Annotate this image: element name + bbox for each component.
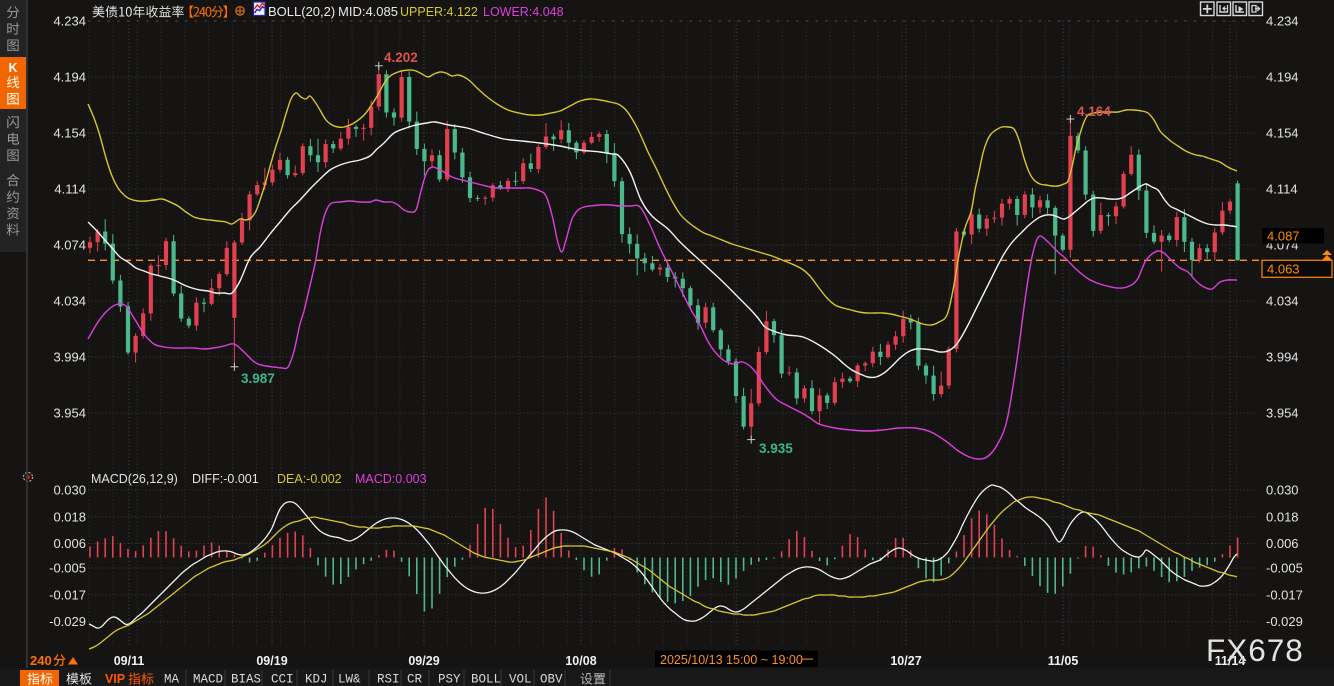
svg-text:-0.017: -0.017 bbox=[1266, 587, 1303, 602]
svg-text:10/08: 10/08 bbox=[565, 654, 596, 668]
svg-text:-0.017: -0.017 bbox=[49, 587, 86, 602]
svg-text:MA: MA bbox=[164, 673, 180, 686]
svg-text:4.202: 4.202 bbox=[384, 50, 418, 65]
svg-text:BIAS: BIAS bbox=[231, 673, 261, 686]
svg-text:MID:4.085: MID:4.085 bbox=[338, 4, 398, 19]
svg-text:4.154: 4.154 bbox=[53, 126, 86, 141]
svg-text:VOL: VOL bbox=[509, 673, 532, 686]
svg-text:2025/10/13 15:00 ~ 19:00: 2025/10/13 15:00 ~ 19:00 bbox=[660, 653, 803, 667]
svg-text:BOLL: BOLL bbox=[471, 673, 501, 686]
svg-text:OBV: OBV bbox=[540, 673, 563, 686]
svg-text:MACD: MACD bbox=[193, 673, 223, 686]
svg-text:4.034: 4.034 bbox=[53, 294, 86, 309]
svg-text:4.114: 4.114 bbox=[1266, 182, 1298, 197]
svg-text:CCI: CCI bbox=[271, 673, 294, 686]
svg-text:0.018: 0.018 bbox=[1266, 509, 1299, 524]
svg-text:RSI: RSI bbox=[377, 673, 400, 686]
svg-text:LW&: LW& bbox=[338, 673, 361, 686]
svg-text:-0.029: -0.029 bbox=[49, 614, 86, 629]
svg-text:DIFF:-0.001: DIFF:-0.001 bbox=[192, 472, 259, 486]
svg-text:3.935: 3.935 bbox=[759, 441, 793, 456]
svg-text:0.006: 0.006 bbox=[1266, 536, 1299, 551]
svg-text:PSY: PSY bbox=[438, 673, 461, 686]
svg-text:4.194: 4.194 bbox=[1266, 70, 1299, 85]
svg-text:09/29: 09/29 bbox=[408, 654, 439, 668]
svg-text:MACD:0.003: MACD:0.003 bbox=[355, 472, 427, 486]
svg-text:4.063: 4.063 bbox=[1267, 262, 1300, 277]
svg-text:0.018: 0.018 bbox=[53, 509, 86, 524]
svg-text:4.087: 4.087 bbox=[1267, 229, 1300, 244]
svg-text:4.154: 4.154 bbox=[1266, 126, 1299, 141]
svg-text:VIP: VIP bbox=[105, 672, 125, 686]
svg-text:-0.005: -0.005 bbox=[49, 561, 86, 576]
svg-text:-0.005: -0.005 bbox=[1266, 561, 1303, 576]
svg-text:09/11: 09/11 bbox=[114, 654, 145, 668]
svg-text:3.994: 3.994 bbox=[53, 350, 86, 365]
svg-text:4.114: 4.114 bbox=[54, 182, 86, 197]
svg-text:KDJ: KDJ bbox=[305, 673, 328, 686]
svg-text:3.954: 3.954 bbox=[1266, 406, 1299, 421]
svg-text:K: K bbox=[8, 61, 17, 75]
svg-text:11/05: 11/05 bbox=[1048, 654, 1079, 668]
svg-text:4.234: 4.234 bbox=[53, 14, 86, 29]
svg-text:0.030: 0.030 bbox=[53, 483, 86, 498]
svg-text:3.994: 3.994 bbox=[1266, 350, 1299, 365]
svg-text:4.034: 4.034 bbox=[1266, 294, 1299, 309]
svg-text:LOWER:4.048: LOWER:4.048 bbox=[483, 5, 564, 19]
svg-text:3.954: 3.954 bbox=[53, 406, 86, 421]
svg-text:0.030: 0.030 bbox=[1266, 483, 1299, 498]
svg-text:09/19: 09/19 bbox=[256, 654, 287, 668]
svg-text:4.234: 4.234 bbox=[1266, 14, 1299, 29]
svg-text:4.164: 4.164 bbox=[1077, 104, 1111, 119]
svg-text:0.006: 0.006 bbox=[53, 536, 86, 551]
svg-text:-0.029: -0.029 bbox=[1266, 614, 1303, 629]
svg-text:10/27: 10/27 bbox=[890, 654, 921, 668]
svg-text:240: 240 bbox=[30, 653, 52, 668]
svg-text:4.074: 4.074 bbox=[53, 238, 86, 253]
svg-text:FX678: FX678 bbox=[1206, 632, 1304, 668]
svg-text:DEA:-0.002: DEA:-0.002 bbox=[277, 472, 342, 486]
svg-text:MACD(26,12,9): MACD(26,12,9) bbox=[91, 472, 178, 486]
svg-text:3.987: 3.987 bbox=[241, 371, 275, 386]
svg-text:UPPER:4.122: UPPER:4.122 bbox=[400, 5, 478, 19]
svg-text:4.194: 4.194 bbox=[53, 70, 86, 85]
svg-text:CR: CR bbox=[407, 673, 423, 686]
svg-text:BOLL(20,2): BOLL(20,2) bbox=[268, 4, 335, 19]
